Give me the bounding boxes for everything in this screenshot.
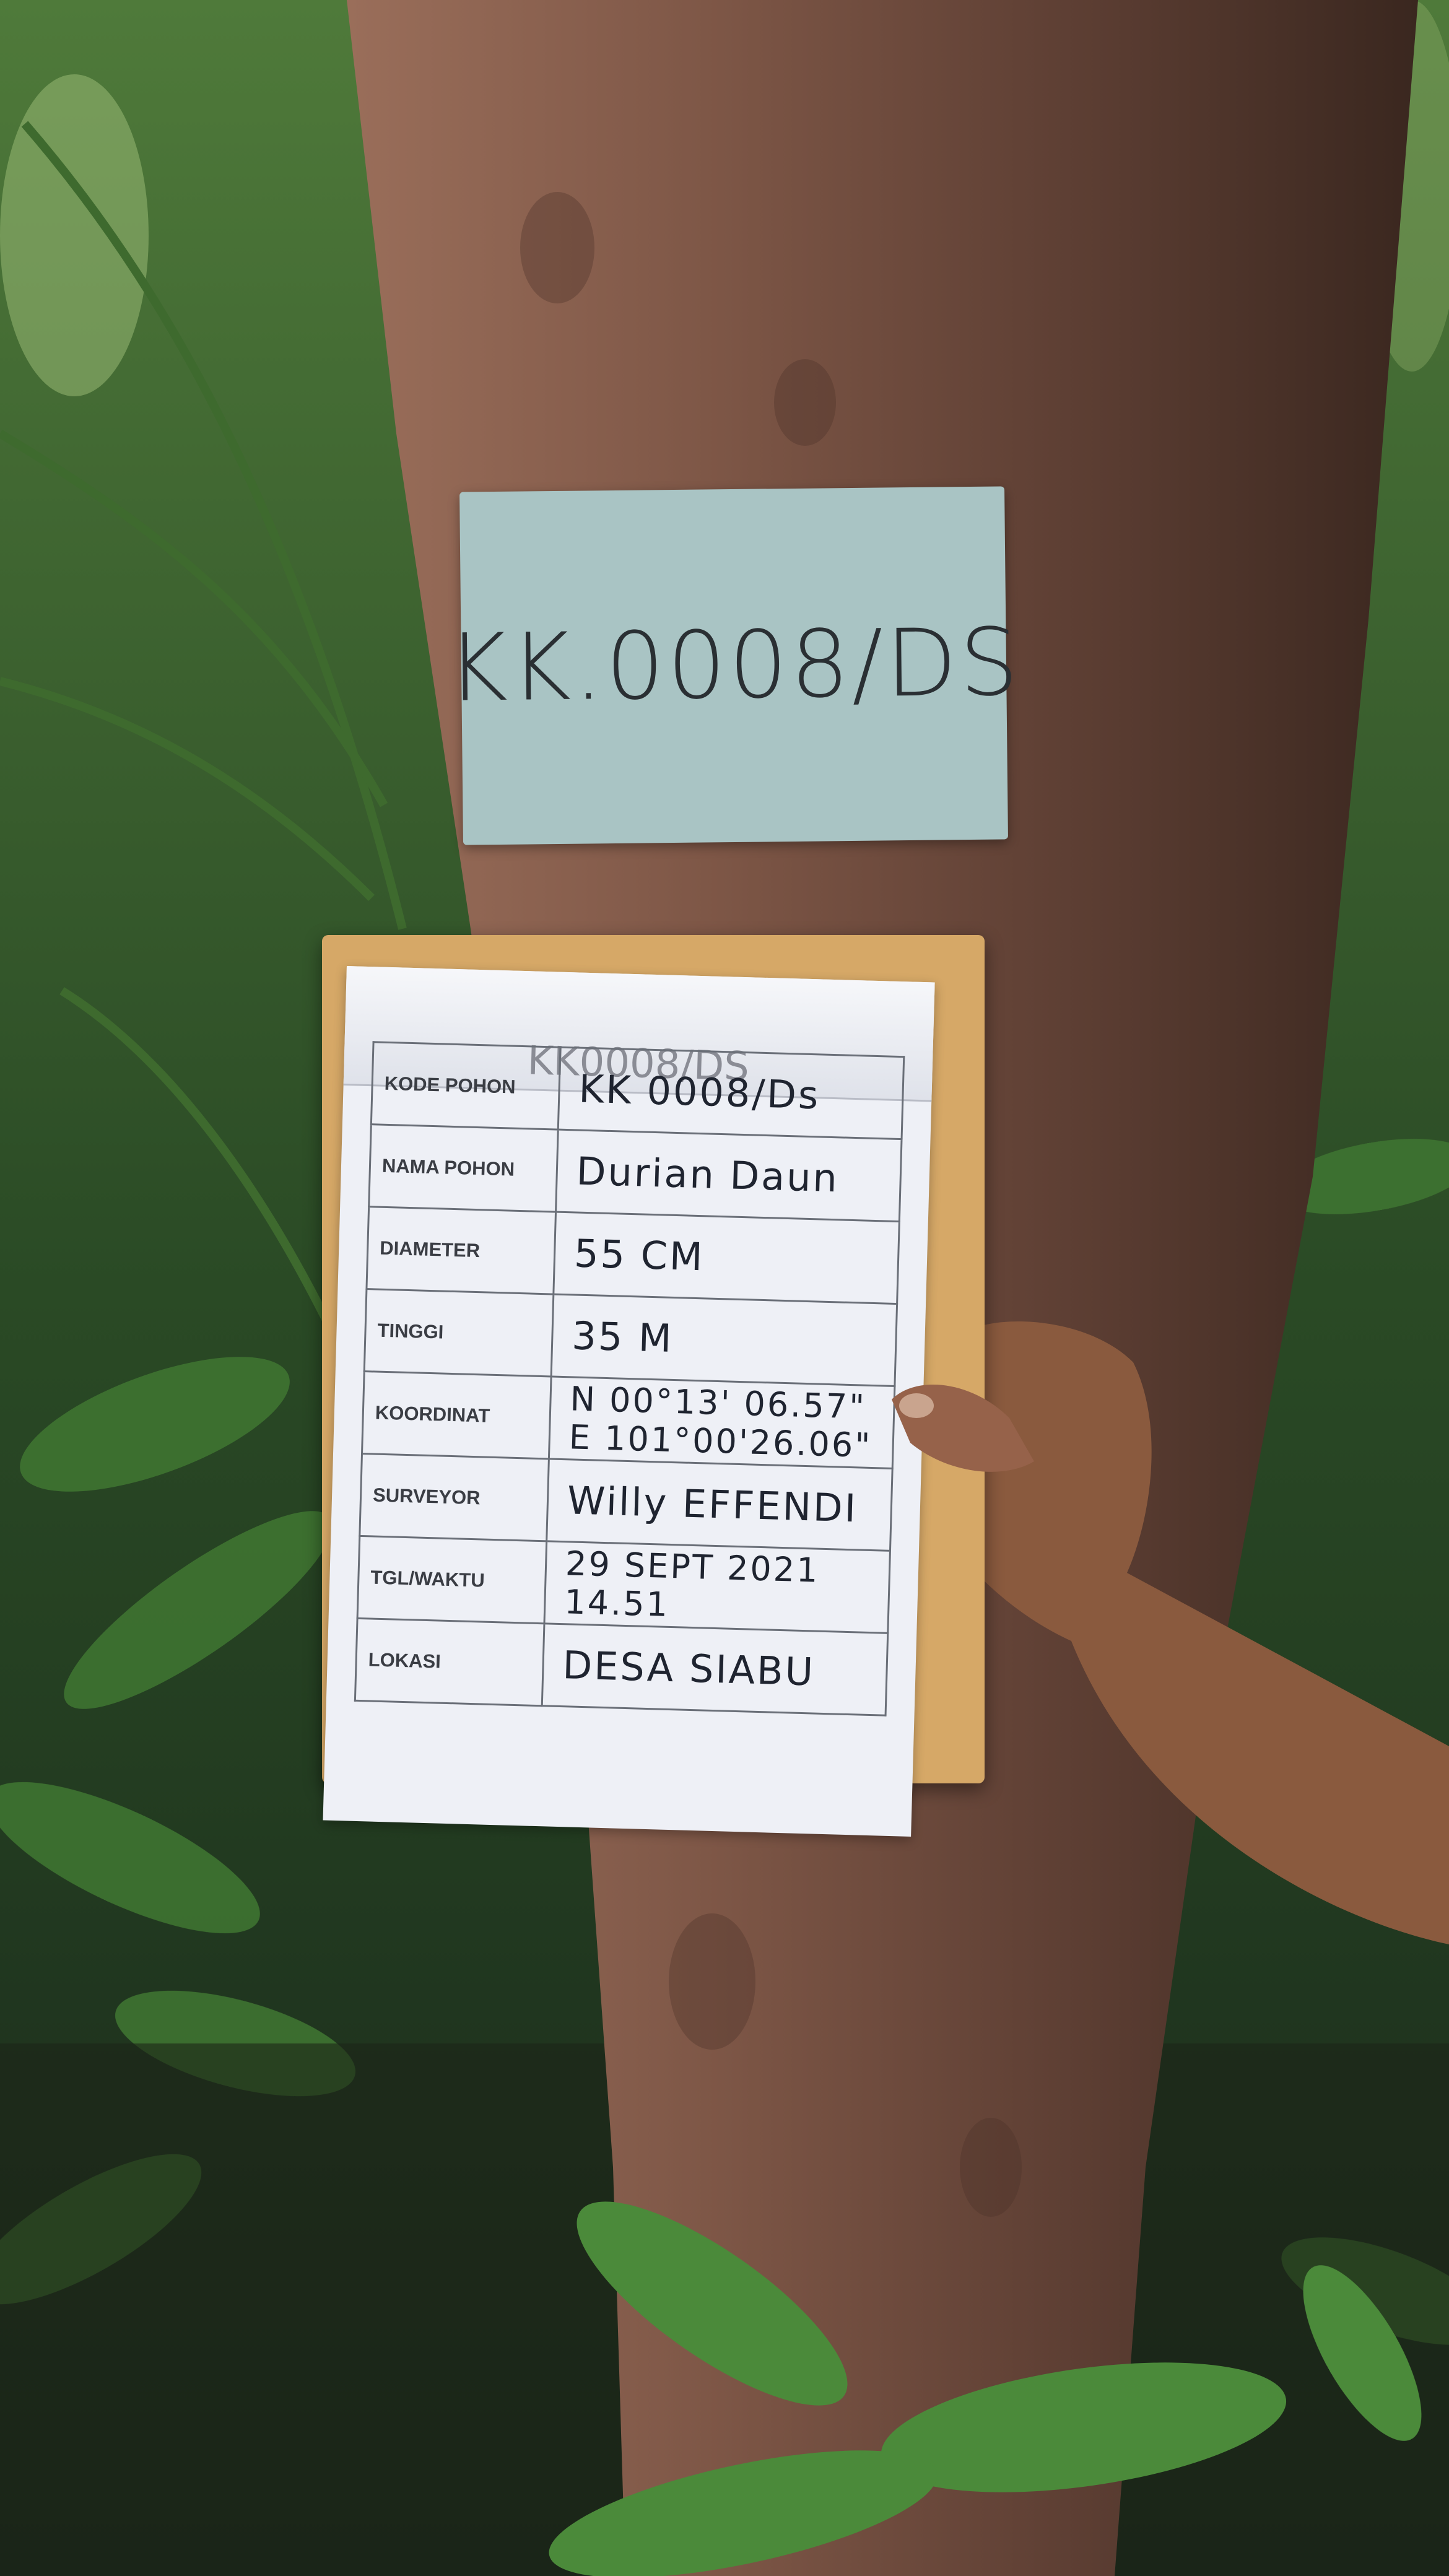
row-value: DESA SIABU <box>542 1623 888 1716</box>
row-value-coordinates: N 00°13' 06.57" E 101°00'26.06" <box>549 1376 895 1469</box>
survey-form-table: KODE POHON KK 0008/Ds NAMA POHON Durian … <box>354 1041 905 1717</box>
table-row: KOORDINAT N 00°13' 06.57" E 101°00'26.06… <box>362 1371 895 1469</box>
table-row: LOKASI DESA SIABU <box>355 1618 888 1716</box>
row-label: KOORDINAT <box>362 1371 552 1459</box>
row-label: KODE POHON <box>371 1042 560 1130</box>
row-value: KK 0008/Ds <box>558 1047 904 1139</box>
tree-id-text: KK.0008/DS <box>446 609 1022 723</box>
table-row: TGL/WAKTU 29 SEPT 2021 14.51 <box>357 1536 890 1634</box>
row-label: TGL/WAKTU <box>357 1536 547 1624</box>
row-label: LOKASI <box>355 1618 544 1706</box>
row-value: 55 CM <box>553 1212 900 1304</box>
table-row: SURVEYOR Willy EFFENDI <box>359 1453 893 1551</box>
thumb-overlay <box>892 1385 1034 1472</box>
row-value: Willy EFFENDI <box>546 1458 893 1551</box>
table-row: NAMA POHON Durian Daun <box>368 1124 902 1222</box>
row-label: TINGGI <box>364 1289 554 1377</box>
row-value: 35 M <box>551 1294 897 1386</box>
tree-id-tag: KK.0008/DS <box>446 486 1022 845</box>
row-value: Durian Daun <box>555 1129 902 1222</box>
table-row: DIAMETER 55 CM <box>366 1206 900 1304</box>
table-row: TINGGI 35 M <box>364 1289 897 1386</box>
row-label: SURVEYOR <box>359 1453 549 1541</box>
survey-notepad: KK0008/DS KODE POHON KK 0008/Ds NAMA POH… <box>323 966 935 1837</box>
table-row: KODE POHON KK 0008/Ds <box>371 1042 904 1139</box>
coordinate-east: E 101°00'26.06" <box>568 1417 872 1465</box>
survey-time: 14.51 <box>564 1582 670 1624</box>
row-label: DIAMETER <box>366 1206 556 1295</box>
row-value-datetime: 29 SEPT 2021 14.51 <box>544 1541 890 1634</box>
row-label: NAMA POHON <box>368 1124 559 1212</box>
